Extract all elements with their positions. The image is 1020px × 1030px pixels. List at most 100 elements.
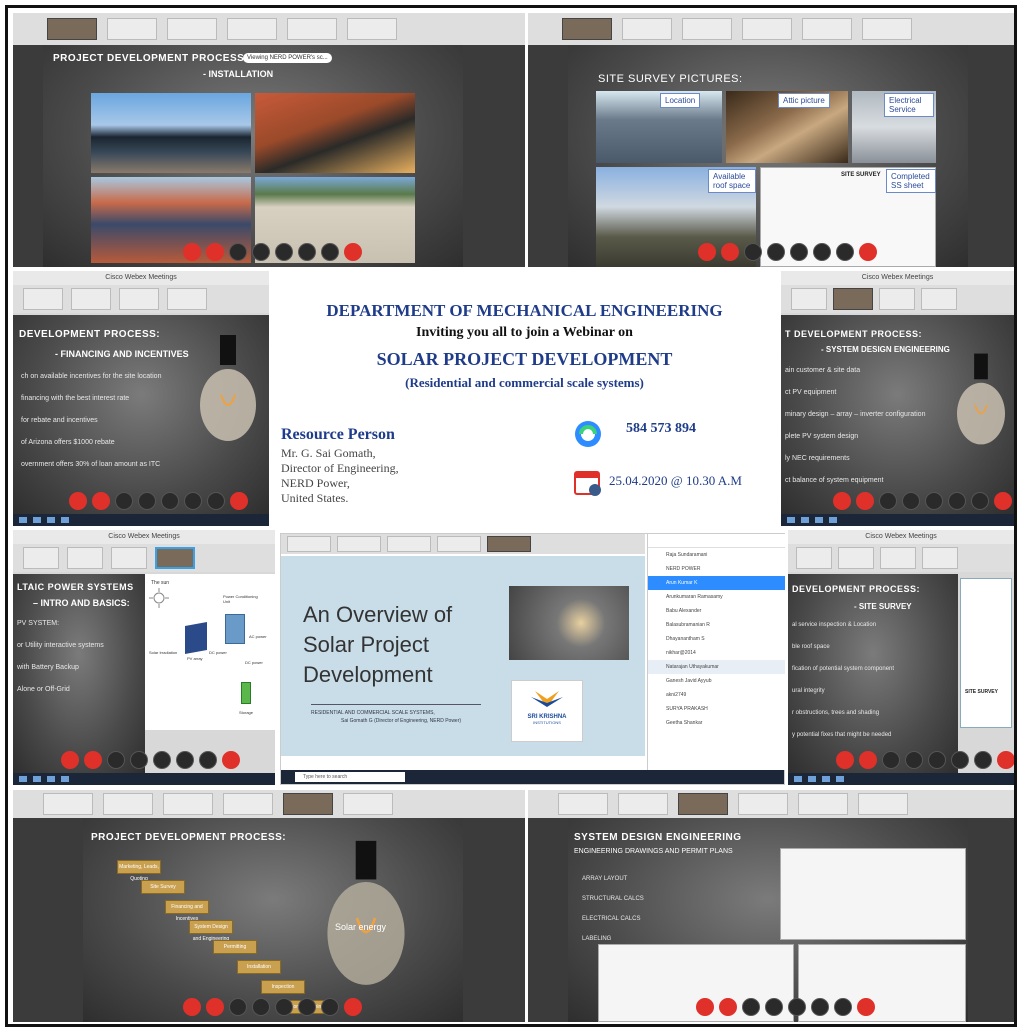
mute-icon[interactable] [833,492,851,510]
participant-video[interactable] [678,793,728,815]
record-icon[interactable] [902,492,920,510]
share-icon[interactable] [744,243,762,261]
participant-video[interactable] [283,793,333,815]
share-icon[interactable] [882,751,900,769]
participant-thumb[interactable] [921,288,957,310]
share-icon[interactable] [115,492,133,510]
mute-icon[interactable] [698,243,716,261]
participant-thumb[interactable] [738,793,788,815]
participant-thumb[interactable] [862,18,912,40]
leave-icon[interactable] [344,998,362,1016]
chat-icon[interactable] [184,492,202,510]
mute-icon[interactable] [69,492,87,510]
record-icon[interactable] [905,751,923,769]
participants-icon[interactable] [928,751,946,769]
participant-thumb[interactable] [167,18,217,40]
chat-icon[interactable] [176,751,194,769]
record-icon[interactable] [252,243,270,261]
more-icon[interactable] [834,998,852,1016]
participants-icon[interactable] [275,998,293,1016]
record-icon[interactable] [130,751,148,769]
participant-thumb[interactable] [791,288,827,310]
participant-thumb[interactable] [287,18,337,40]
record-icon[interactable] [138,492,156,510]
chat-icon[interactable] [948,492,966,510]
mute-icon[interactable] [836,751,854,769]
participant-thumb[interactable] [798,793,848,815]
participant-row[interactable]: Dhayanantham S [648,632,785,646]
chat-icon[interactable] [813,243,831,261]
participant-video[interactable] [833,288,873,310]
participant-thumb[interactable] [337,536,381,552]
participant-thumb[interactable] [103,793,153,815]
participant-thumb[interactable] [880,547,916,569]
participant-search[interactable] [648,534,785,548]
participants-icon[interactable] [161,492,179,510]
participant-thumb[interactable] [23,547,59,569]
participant-thumb[interactable] [43,793,93,815]
participant-thumb[interactable] [802,18,852,40]
chat-icon[interactable] [298,243,316,261]
record-icon[interactable] [252,998,270,1016]
chat-icon[interactable] [951,751,969,769]
participant-thumb[interactable] [111,547,147,569]
video-icon[interactable] [206,243,224,261]
participants-icon[interactable] [790,243,808,261]
participant-thumb[interactable] [287,536,331,552]
participant-row[interactable]: nikhar@2014 [648,646,785,660]
share-icon[interactable] [107,751,125,769]
participant-thumb[interactable] [838,547,874,569]
more-icon[interactable] [321,998,339,1016]
participant-thumb[interactable] [796,547,832,569]
participant-row[interactable]: Raja Sundaramani [648,548,785,562]
participant-row[interactable]: Arunkumaran Ramasamy [648,590,785,604]
participant-row[interactable]: Ganesh Javid Ayyub [648,674,785,688]
video-icon[interactable] [719,998,737,1016]
video-icon[interactable] [856,492,874,510]
participant-video[interactable] [562,18,612,40]
participants-icon[interactable] [925,492,943,510]
more-icon[interactable] [971,492,989,510]
taskbar-search[interactable]: Type here to search [295,772,405,782]
chat-icon[interactable] [811,998,829,1016]
participant-row[interactable]: Arun Kumar K [648,576,785,590]
video-icon[interactable] [206,998,224,1016]
participant-row[interactable]: Natarajan Uthayakumar [648,660,785,674]
leave-icon[interactable] [997,751,1014,769]
participant-thumb[interactable] [71,288,111,310]
participant-thumb[interactable] [23,288,63,310]
video-icon[interactable] [859,751,877,769]
participant-row[interactable]: akni2749 [648,688,785,702]
more-icon[interactable] [207,492,225,510]
participant-thumb[interactable] [858,793,908,815]
participant-video[interactable] [155,547,195,569]
share-icon[interactable] [879,492,897,510]
leave-icon[interactable] [859,243,877,261]
participant-thumb[interactable] [343,793,393,815]
video-icon[interactable] [721,243,739,261]
video-icon[interactable] [84,751,102,769]
participant-thumb[interactable] [227,18,277,40]
participants-icon[interactable] [275,243,293,261]
leave-icon[interactable] [222,751,240,769]
chat-icon[interactable] [298,998,316,1016]
mute-icon[interactable] [696,998,714,1016]
participant-row[interactable]: Balasubramanian R [648,618,785,632]
video-icon[interactable] [92,492,110,510]
participant-thumb[interactable] [347,18,397,40]
more-icon[interactable] [974,751,992,769]
leave-icon[interactable] [994,492,1012,510]
more-icon[interactable] [836,243,854,261]
share-icon[interactable] [229,998,247,1016]
share-icon[interactable] [229,243,247,261]
participant-thumb[interactable] [558,793,608,815]
participant-thumb[interactable] [618,793,668,815]
mute-icon[interactable] [183,998,201,1016]
more-icon[interactable] [199,751,217,769]
participant-thumb[interactable] [119,288,159,310]
participant-thumb[interactable] [437,536,481,552]
participant-video[interactable] [47,18,97,40]
participant-thumb[interactable] [107,18,157,40]
participant-thumb[interactable] [682,18,732,40]
participant-thumb[interactable] [879,288,915,310]
